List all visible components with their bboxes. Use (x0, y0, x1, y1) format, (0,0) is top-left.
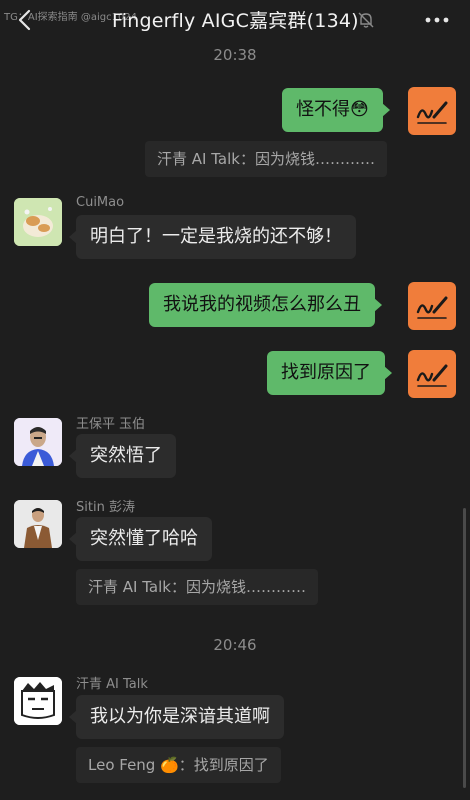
my-avatar[interactable] (408, 87, 456, 135)
cat-avatar-icon (14, 198, 62, 246)
scrollbar[interactable] (463, 508, 466, 788)
quoted-reply[interactable]: Leo Feng 🍊：找到原因了 (76, 747, 281, 783)
pencil-signature-icon (416, 296, 448, 319)
sender-name: 汗青 AI Talk (76, 677, 148, 692)
timestamp: 20:46 (213, 636, 257, 654)
message-bubble[interactable]: 明白了！一定是我烧的还不够！ (69, 215, 356, 259)
sender-name: Sitin 彭涛 (76, 500, 135, 515)
chevron-left-icon[interactable] (14, 8, 38, 32)
chat-title: Fingerfly AIGC嘉宾群(134) (112, 10, 359, 32)
sender-name: 王保平 玉伯 (76, 417, 146, 432)
chat-screen: TG：AI探索指南 @aigc1024 Fingerfly AIGC嘉宾群(13… (0, 0, 470, 800)
message-bubble[interactable]: 怪不得😳 (282, 88, 390, 132)
avatar-sitin[interactable] (14, 500, 62, 548)
message-bubble[interactable]: 我说我的视频怎么那么丑 (149, 283, 382, 327)
person-avatar-icon (14, 500, 62, 548)
timestamp: 20:38 (213, 46, 257, 64)
sender-name: CuiMao (76, 195, 125, 210)
avatar-hanqing[interactable] (14, 677, 62, 725)
message-bubble[interactable]: 我以为你是深谙其道啊 (69, 695, 284, 739)
avatar-cuimao[interactable] (14, 198, 62, 246)
more-dots-icon[interactable] (424, 10, 450, 30)
my-avatar[interactable] (408, 350, 456, 398)
chat-header: TG：AI探索指南 @aigc1024 Fingerfly AIGC嘉宾群(13… (0, 0, 470, 40)
quoted-reply[interactable]: 汗青 AI Talk：因为烧钱………… (145, 141, 387, 177)
pencil-signature-icon (416, 364, 448, 387)
bell-off-icon (358, 12, 374, 28)
quoted-reply[interactable]: 汗青 AI Talk：因为烧钱………… (76, 569, 318, 605)
cartoon-face-icon (14, 677, 62, 725)
person-avatar-icon (14, 418, 62, 466)
pencil-signature-icon (416, 101, 448, 124)
avatar-wang[interactable] (14, 418, 62, 466)
message-bubble[interactable]: 找到原因了 (267, 351, 392, 395)
my-avatar[interactable] (408, 282, 456, 330)
message-bubble[interactable]: 突然懂了哈哈 (69, 517, 212, 561)
message-bubble[interactable]: 突然悟了 (69, 434, 176, 478)
